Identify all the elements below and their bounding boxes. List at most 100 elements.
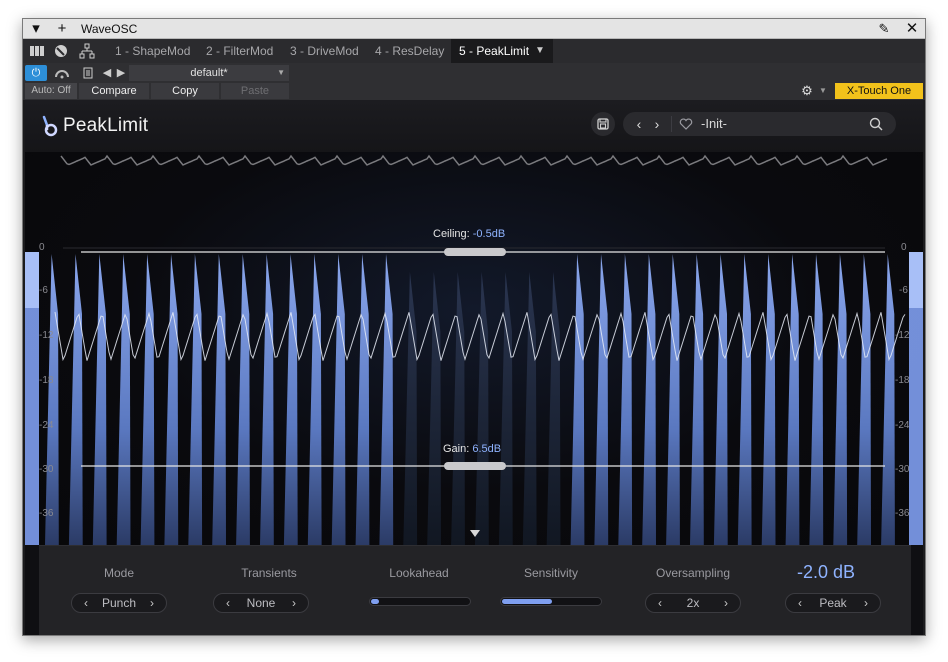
output-mode-next-arrow[interactable]: › — [858, 594, 874, 612]
plugin-name: PeakLimit — [63, 115, 149, 136]
scale-label-24-left: -24 — [39, 420, 54, 431]
preset-select[interactable]: default* ▼ — [129, 65, 289, 81]
ceiling-handle[interactable] — [444, 248, 506, 256]
waveform-bar — [116, 254, 131, 545]
waveform-bar — [857, 254, 871, 545]
ceiling-value: -0.5dB — [472, 228, 506, 240]
waveform-bar — [713, 254, 728, 545]
gain-readout: Gain: 6.5dB — [443, 443, 501, 455]
waveform-bar — [45, 254, 59, 545]
scale-label-0-right: 0 — [901, 242, 907, 253]
scale-label-6-right: -6 — [899, 285, 908, 296]
gain-value: 6.5dB — [472, 443, 502, 455]
mode-stepper[interactable]: ‹ Punch › — [71, 593, 167, 613]
waveform-bar — [809, 254, 824, 545]
sensitivity-slider[interactable] — [500, 597, 602, 606]
waveform-bar — [690, 254, 704, 545]
output-mode-stepper[interactable]: ‹ Peak › — [785, 593, 881, 613]
bypass-icon[interactable] — [53, 43, 69, 59]
waveform-bar — [498, 272, 513, 545]
routing-icon[interactable] — [79, 43, 95, 59]
search-icon[interactable] — [869, 117, 883, 131]
waveform-bar — [522, 272, 537, 545]
input-meter-peak — [25, 252, 39, 308]
scale-label-24-right: -24 — [895, 420, 910, 431]
close-icon[interactable]: ✕ — [903, 20, 921, 38]
pin-icon[interactable]: ✎ — [875, 20, 893, 38]
waveform-bar — [881, 254, 895, 545]
dropdown-triangle-icon[interactable]: ▾ — [27, 20, 45, 38]
gain-handle[interactable] — [444, 462, 506, 470]
chain-tab-peaklimit-label: 5 - PeakLimit — [459, 44, 530, 58]
chain-bar: 1 - ShapeMod 2 - FilterMod 3 - DriveMod … — [23, 39, 925, 63]
power-button[interactable]: ⏻ — [25, 65, 47, 81]
waveform-bar — [427, 272, 441, 545]
waveform-bar — [260, 254, 274, 545]
chain-tab-shapemod[interactable]: 1 - ShapeMod — [107, 39, 198, 63]
preset-browser[interactable]: ‹ › -Init- — [623, 112, 896, 136]
scale-label-12-right: -12 — [895, 330, 910, 341]
scale-label-36-right: -36 — [895, 508, 910, 519]
waveform-bar — [642, 254, 656, 545]
chain-tab-filtermod[interactable]: 2 - FilterMod — [198, 39, 281, 63]
waveform-bar — [618, 254, 633, 545]
gear-icon[interactable]: ⚙ — [799, 83, 815, 99]
chevron-down-icon[interactable]: ▼ — [817, 83, 829, 99]
ceiling-label: Ceiling: — [433, 228, 470, 240]
favorite-heart-icon[interactable] — [679, 118, 693, 130]
waveform-bars — [45, 254, 895, 545]
oversampling-stepper[interactable]: ‹ 2x › — [645, 593, 741, 613]
sidechain-icon[interactable] — [53, 66, 71, 80]
waveform-bar — [594, 254, 609, 545]
oversampling-next-arrow[interactable]: › — [718, 594, 734, 612]
compare-button[interactable]: Compare — [79, 83, 149, 99]
chevron-down-icon: ▼ — [277, 68, 285, 77]
controller-button[interactable]: X-Touch One — [835, 83, 923, 99]
add-icon[interactable]: + — [53, 20, 71, 38]
mode-label: Mode — [103, 566, 135, 580]
next-preset-button[interactable]: ▶ — [115, 65, 127, 81]
next-preset-arrow[interactable]: › — [647, 112, 667, 136]
input-oscilloscope — [60, 154, 888, 166]
previous-preset-button[interactable]: ◀ — [101, 65, 113, 81]
save-preset-button[interactable] — [591, 112, 615, 136]
waveform-bar — [355, 254, 370, 545]
mode-next-arrow[interactable]: › — [144, 594, 160, 612]
scale-label-30-right: -30 — [895, 464, 910, 475]
chain-tab-drivemod[interactable]: 3 - DriveMod — [282, 39, 367, 63]
sensitivity-fill — [502, 599, 552, 604]
title-bar: ▾ + WaveOSC ✎ ✕ — [23, 19, 925, 39]
preset-file-icon[interactable] — [83, 67, 93, 79]
chain-tab-peaklimit[interactable]: 5 - PeakLimit ▼ — [451, 39, 553, 63]
output-gain-readout[interactable]: -2.0 dB — [797, 562, 855, 583]
plugin-controls-bar: ⏻ ◀ ▶ default* ▼ Auto: Off Compare Copy … — [23, 63, 925, 100]
lookahead-label: Lookahead — [389, 566, 449, 580]
ceiling-readout: Ceiling: -0.5dB — [433, 228, 505, 240]
waveform-bar — [379, 254, 394, 545]
output-meter-peak — [909, 252, 923, 308]
lookahead-slider[interactable] — [369, 597, 471, 606]
divider — [671, 116, 672, 132]
scale-label-18-left: -18 — [39, 375, 54, 386]
transients-next-arrow[interactable]: › — [286, 594, 302, 612]
preset-name: -Init- — [701, 116, 727, 131]
waveform-bar — [331, 254, 346, 545]
chain-view-icon[interactable] — [29, 43, 45, 59]
plugin-header: PeakLimit ‹ › -Init- — [25, 100, 923, 152]
waveform-bar — [92, 254, 107, 545]
previous-preset-arrow[interactable]: ‹ — [629, 112, 649, 136]
automation-toggle[interactable]: Auto: Off — [25, 83, 77, 99]
chain-tab-resdelay[interactable]: 4 - ResDelay — [367, 39, 452, 63]
oversampling-label: Oversampling — [655, 566, 731, 580]
plugin-window: ▾ + WaveOSC ✎ ✕ 1 - ShapeMod 2 - FilterM… — [22, 18, 926, 636]
waveform-bar — [68, 254, 83, 545]
copy-button[interactable]: Copy — [151, 83, 219, 99]
gain-label: Gain: — [443, 443, 470, 455]
chevron-down-icon[interactable]: ▼ — [535, 39, 545, 63]
paste-button[interactable]: Paste — [221, 83, 289, 99]
waveform-bar — [403, 272, 418, 545]
peaklimit-plugin: PeakLimit ‹ › -Init- 0 -6 -12 -18 -24 -3… — [25, 100, 923, 635]
waveform-bar — [761, 254, 776, 545]
waveform-bar — [475, 272, 489, 545]
transients-stepper[interactable]: ‹ None › — [213, 593, 309, 613]
